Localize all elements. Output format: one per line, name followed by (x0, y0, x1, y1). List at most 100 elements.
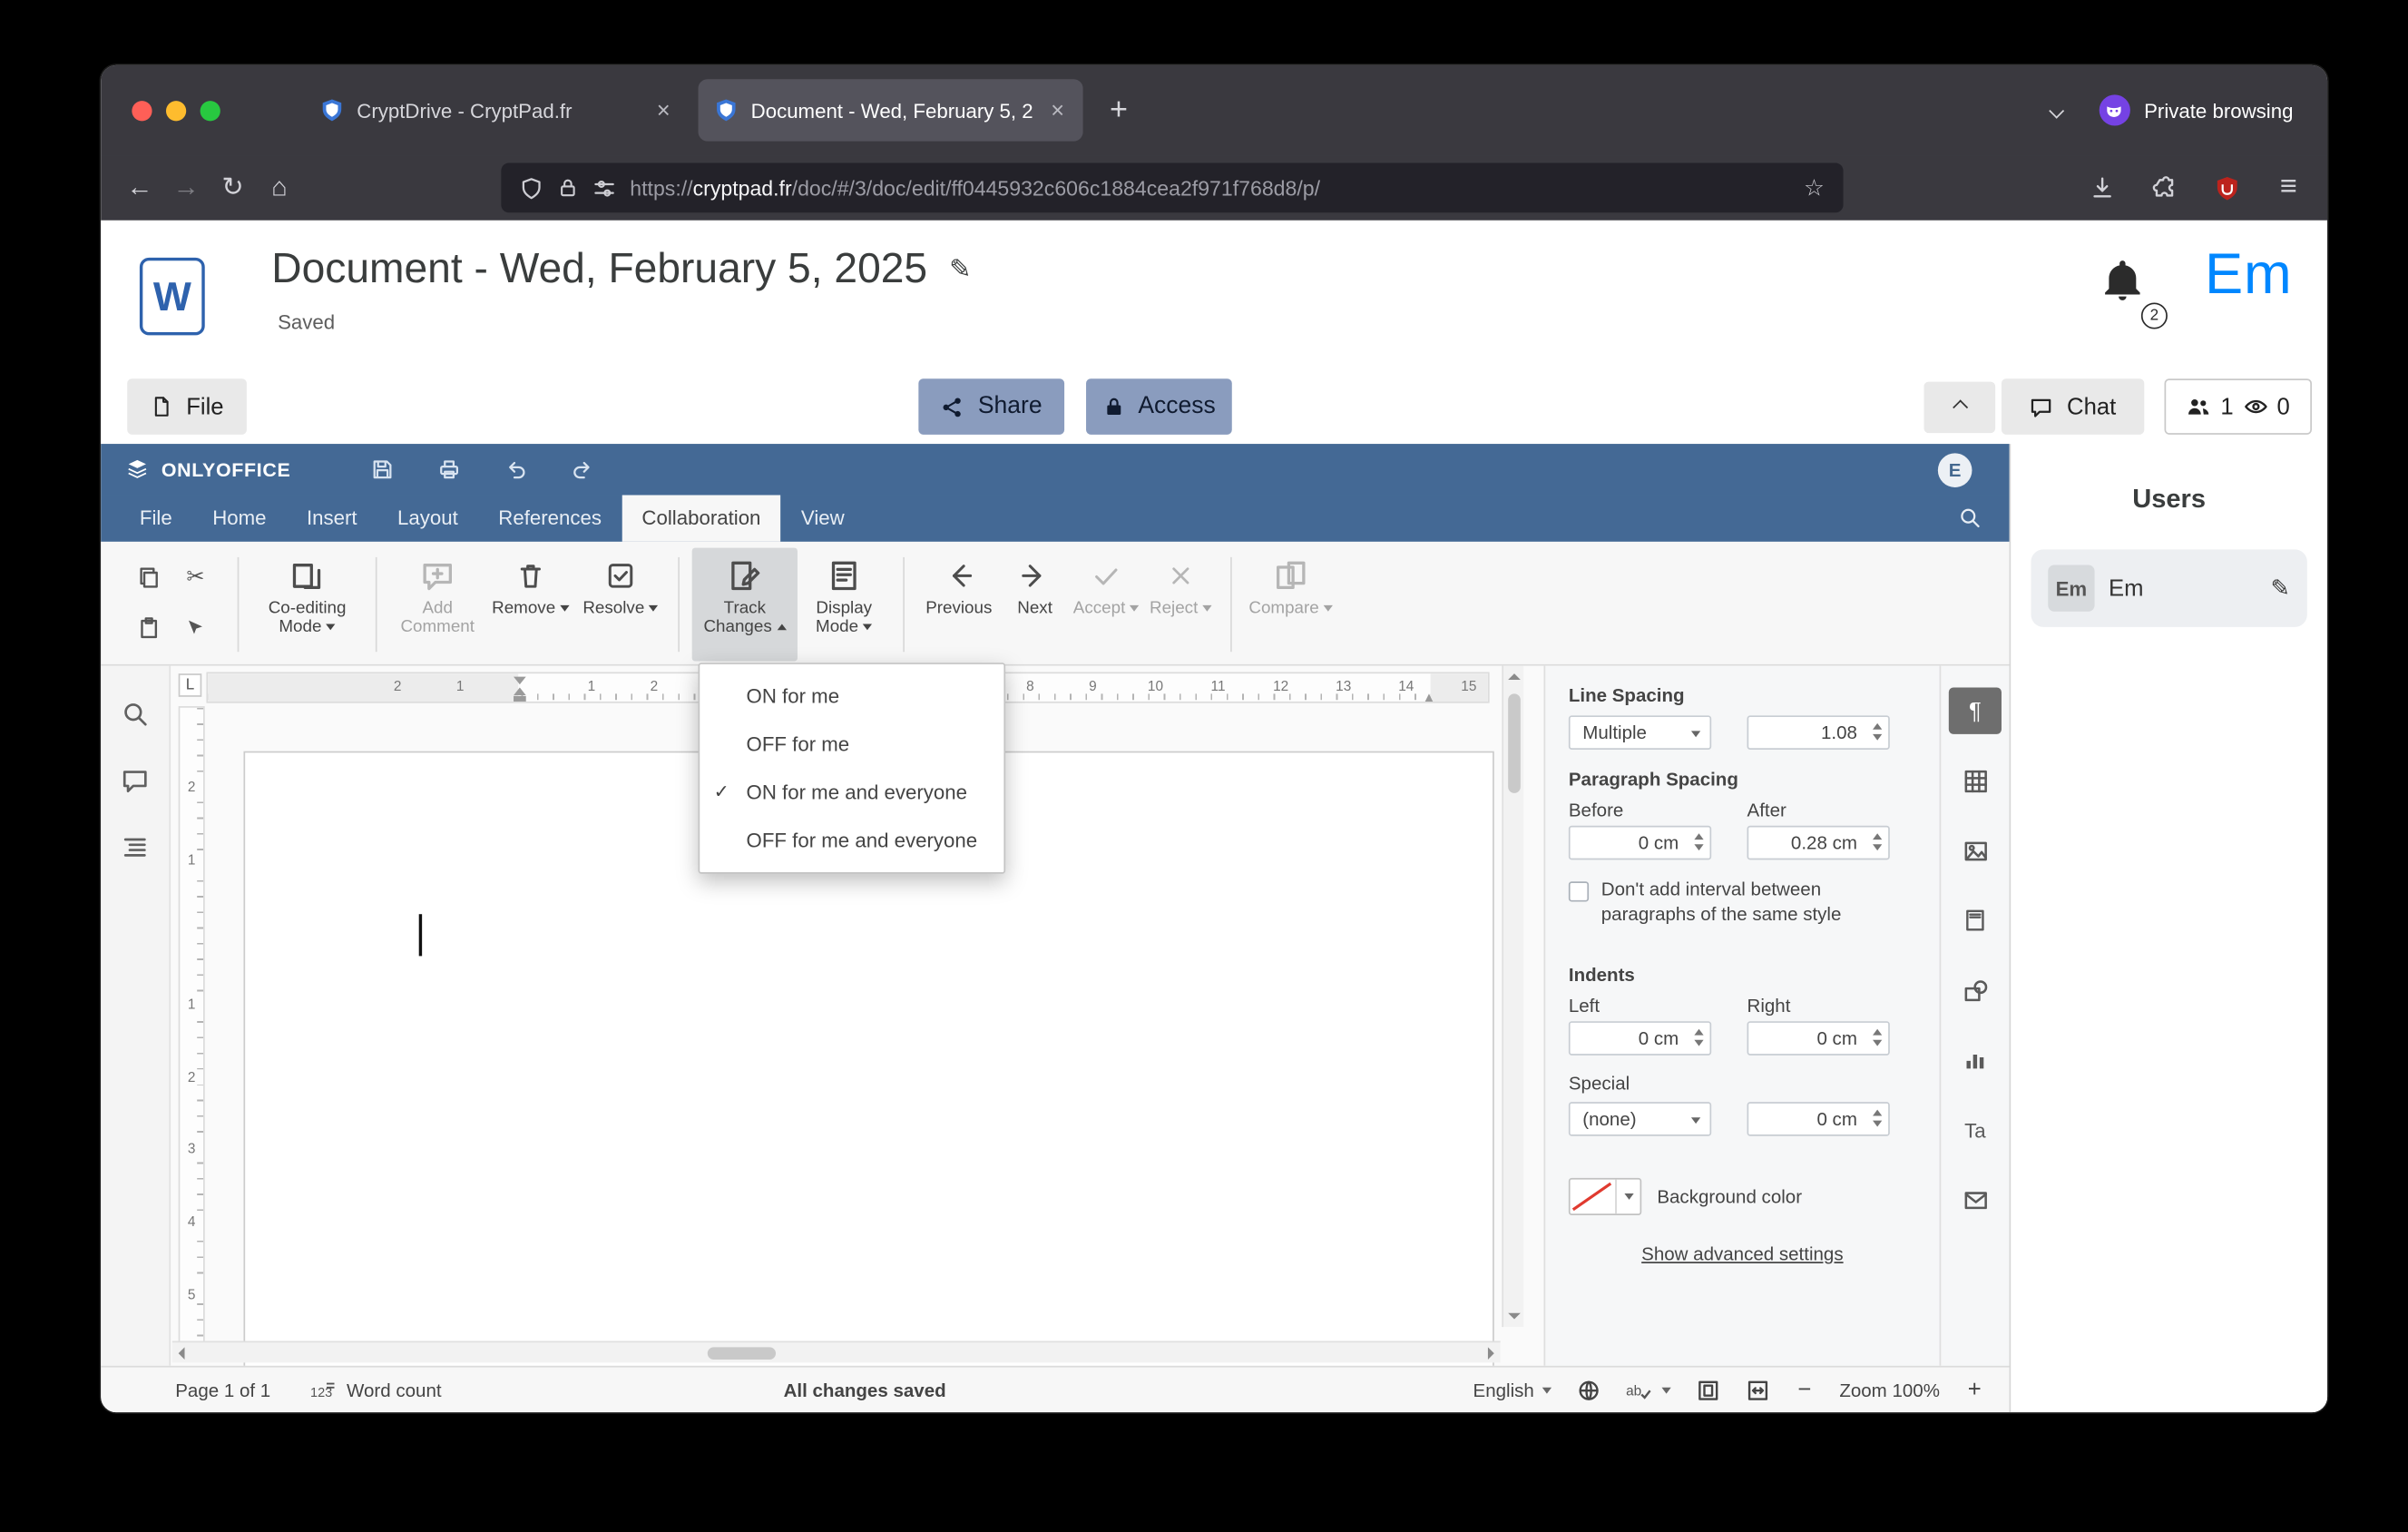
show-advanced-settings-link[interactable]: Show advanced settings (1545, 1243, 1939, 1265)
menu-tab-file[interactable]: File (120, 496, 192, 542)
navigation-headings-icon[interactable] (112, 824, 158, 870)
chart-settings-icon[interactable] (1949, 1036, 2002, 1083)
new-tab-button[interactable]: + (1095, 93, 1141, 128)
shape-settings-icon[interactable] (1949, 967, 2002, 1013)
edit-name-pencil-icon[interactable]: ✎ (2271, 574, 2291, 602)
dropdown-item-off-for-everyone[interactable]: OFF for me and everyone (700, 816, 1003, 864)
dropdown-item-on-for-everyone[interactable]: ✓ ON for me and everyone (700, 768, 1003, 816)
word-count-button[interactable]: 123 Word count (311, 1378, 442, 1402)
chat-button[interactable]: Chat (2001, 378, 2145, 435)
remove-comment-button[interactable]: Remove (485, 548, 575, 662)
paragraph-settings-icon[interactable]: ¶ (1948, 687, 2002, 734)
menu-tab-view[interactable]: View (781, 496, 865, 542)
url-bar[interactable]: https://cryptpad.fr/doc/#/3/doc/edit/ff0… (501, 162, 1844, 213)
collapse-toolbar-button[interactable] (1923, 381, 1996, 434)
paste-icon[interactable] (136, 615, 161, 640)
save-icon[interactable] (371, 457, 395, 481)
participants-pill[interactable]: 1 0 (2164, 378, 2312, 435)
maximize-window-button[interactable] (200, 100, 220, 121)
fit-page-icon[interactable] (1696, 1378, 1720, 1402)
indent-right-spinner[interactable]: 0 cm (1747, 1021, 1890, 1056)
vertical-scrollbar-thumb[interactable] (1508, 693, 1521, 793)
copy-icon[interactable] (136, 565, 161, 589)
next-change-button[interactable]: Next (1001, 548, 1069, 662)
menu-tab-collaboration[interactable]: Collaboration (622, 495, 781, 542)
reload-button[interactable]: ↻ (210, 164, 256, 211)
indent-marker[interactable] (512, 675, 527, 702)
zoom-in-button[interactable]: + (1964, 1377, 1984, 1403)
language-selector[interactable]: English (1473, 1379, 1551, 1400)
select-icon[interactable] (184, 617, 206, 639)
find-icon[interactable] (112, 691, 158, 737)
menu-hamburger-icon[interactable]: ≡ (2266, 164, 2312, 211)
vertical-scrollbar[interactable] (1502, 665, 1524, 1328)
minimize-window-button[interactable] (165, 100, 187, 121)
background-color-picker[interactable] (1568, 1177, 1642, 1215)
permissions-icon[interactable] (592, 176, 616, 200)
extensions-puzzle-icon[interactable] (2141, 164, 2188, 211)
undo-icon[interactable] (504, 457, 528, 481)
comments-icon[interactable] (112, 758, 158, 804)
resolve-button[interactable]: Resolve (575, 548, 665, 662)
redo-icon[interactable] (572, 457, 595, 481)
previous-change-button[interactable]: Previous (917, 548, 1001, 662)
edit-title-pencil-icon[interactable]: ✎ (949, 254, 971, 285)
fit-width-icon[interactable] (1745, 1378, 1769, 1402)
horizontal-scrollbar-thumb[interactable] (707, 1347, 777, 1360)
print-icon[interactable] (438, 457, 462, 481)
coediting-mode-button[interactable]: Co-editing Mode (251, 548, 363, 662)
access-button[interactable]: Access (1086, 378, 1232, 435)
special-select[interactable]: (none) (1568, 1102, 1712, 1136)
horizontal-scrollbar[interactable] (171, 1340, 1501, 1363)
editor-user-avatar[interactable]: E (1937, 452, 1972, 487)
track-changes-button[interactable]: Track Changes (691, 547, 798, 662)
add-comment-button[interactable]: Add Comment (389, 548, 485, 662)
menu-tab-references[interactable]: References (478, 496, 622, 542)
tab-stop-selector[interactable]: L (178, 673, 202, 697)
search-icon[interactable] (1958, 506, 1982, 536)
menu-tab-home[interactable]: Home (192, 496, 287, 542)
close-icon[interactable]: × (653, 97, 673, 123)
header-footer-settings-icon[interactable] (1949, 897, 2002, 943)
account-avatar[interactable]: Em (2205, 242, 2293, 308)
close-window-button[interactable] (132, 100, 152, 121)
lock-icon[interactable] (557, 177, 579, 199)
text-art-settings-icon[interactable]: Ta (1949, 1106, 2002, 1153)
menu-tab-layout[interactable]: Layout (377, 496, 478, 542)
mail-merge-settings-icon[interactable] (1949, 1176, 2002, 1223)
spacing-after-spinner[interactable]: 0.28 cm (1747, 825, 1890, 860)
spell-check-toggle[interactable]: ab (1626, 1378, 1671, 1402)
compare-button[interactable]: Compare (1244, 548, 1337, 662)
bookmark-star-icon[interactable]: ☆ (1804, 174, 1825, 201)
dropdown-item-on-for-me[interactable]: ON for me (700, 672, 1003, 720)
close-icon[interactable]: × (1048, 97, 1068, 123)
right-indent-marker[interactable] (1421, 688, 1436, 702)
cut-icon[interactable]: ✂ (186, 564, 204, 590)
shield-icon[interactable] (520, 176, 543, 200)
tab-cryptdrive[interactable]: CryptDrive - CryptPad.fr × (304, 79, 689, 141)
line-spacing-spinner[interactable]: 1.08 (1747, 715, 1890, 750)
spacing-before-spinner[interactable]: 0 cm (1568, 825, 1712, 860)
special-amount-spinner[interactable]: 0 cm (1747, 1102, 1890, 1136)
zoom-out-button[interactable]: − (1795, 1377, 1815, 1403)
accept-change-button[interactable]: Accept (1069, 548, 1143, 662)
back-button[interactable]: ← (116, 164, 162, 211)
globe-icon[interactable] (1576, 1378, 1600, 1402)
image-settings-icon[interactable] (1949, 827, 2002, 873)
line-spacing-select[interactable]: Multiple (1568, 715, 1712, 750)
display-mode-button[interactable]: Display Mode (798, 548, 891, 662)
home-button[interactable]: ⌂ (256, 164, 302, 211)
dropdown-item-off-for-me[interactable]: OFF for me (700, 720, 1003, 768)
menu-tab-insert[interactable]: Insert (287, 496, 377, 542)
reject-change-button[interactable]: Reject (1143, 548, 1218, 662)
forward-button[interactable]: → (163, 164, 210, 211)
indent-left-spinner[interactable]: 0 cm (1568, 1021, 1712, 1056)
list-tabs-chevron-icon[interactable] (2049, 102, 2064, 118)
table-settings-icon[interactable] (1949, 758, 2002, 804)
user-list-item[interactable]: Em Em ✎ (2031, 549, 2307, 627)
no-interval-checkbox[interactable] (1568, 881, 1590, 902)
share-button[interactable]: Share (918, 378, 1065, 435)
ublock-extension-icon[interactable] (2203, 164, 2249, 211)
notifications-bell-icon[interactable]: 2 (2100, 258, 2168, 329)
file-menu-button[interactable]: File (127, 378, 248, 435)
